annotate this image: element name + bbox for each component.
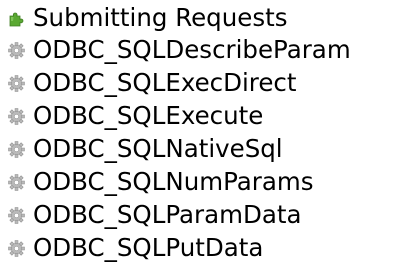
gear-icon bbox=[8, 174, 25, 191]
tree-item-label: ODBC_SQLExecute bbox=[33, 101, 264, 130]
gear-icon bbox=[8, 108, 25, 125]
gear-icon bbox=[8, 75, 25, 92]
gear-icon bbox=[8, 240, 25, 257]
tree-item-label: ODBC_SQLParamData bbox=[33, 200, 302, 229]
tree-item-label: ODBC_SQLNativeSql bbox=[33, 134, 283, 163]
gear-icon bbox=[8, 141, 25, 158]
tree-folder-submitting-requests[interactable]: Submitting Requests bbox=[0, 2, 419, 34]
tree-item-odbc-sqlexecdirect[interactable]: ODBC_SQLExecDirect bbox=[0, 67, 419, 99]
tree-item-label: ODBC_SQLExecDirect bbox=[33, 68, 297, 97]
tree-item-label: ODBC_SQLPutData bbox=[33, 233, 264, 262]
tree-item-odbc-sqlnumparams[interactable]: ODBC_SQLNumParams bbox=[0, 166, 419, 198]
tree-item-odbc-sqldescribeparam[interactable]: ODBC_SQLDescribeParam bbox=[0, 34, 419, 66]
tree-item-odbc-sqlparamdata[interactable]: ODBC_SQLParamData bbox=[0, 199, 419, 231]
puzzle-piece-icon bbox=[8, 10, 25, 27]
tree-item-odbc-sqlexecute[interactable]: ODBC_SQLExecute bbox=[0, 100, 419, 132]
tree-item-label: ODBC_SQLNumParams bbox=[33, 167, 314, 196]
tree-item-odbc-sqlputdata[interactable]: ODBC_SQLPutData bbox=[0, 232, 419, 264]
tree-folder-label: Submitting Requests bbox=[33, 3, 288, 32]
tree-item-odbc-sqlnativesql[interactable]: ODBC_SQLNativeSql bbox=[0, 133, 419, 165]
tree-item-label: ODBC_SQLDescribeParam bbox=[33, 35, 351, 64]
gear-icon bbox=[8, 42, 25, 59]
gear-icon bbox=[8, 207, 25, 224]
